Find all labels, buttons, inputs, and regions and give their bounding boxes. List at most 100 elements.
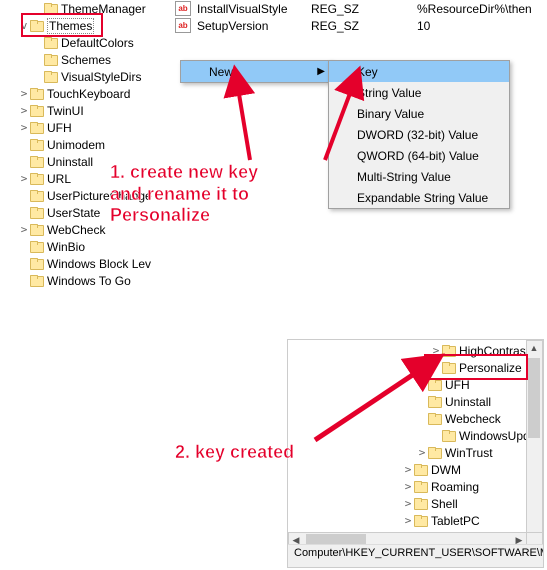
menu-item-label: Multi-String Value (357, 170, 451, 184)
status-bar-text: Computer\HKEY_CURRENT_USER\SOFTWARE\Mic (294, 547, 543, 559)
annotation-1: 1. create new key and rename it to Perso… (110, 162, 258, 227)
folder-icon (30, 258, 44, 270)
tree-item-label: VisualStyleDirs (61, 70, 141, 84)
tree-item-label: Shell (431, 497, 458, 511)
value-row[interactable]: ab SetupVersion REG_SZ 10 (175, 17, 532, 34)
folder-icon (30, 224, 44, 236)
menu-item-new[interactable]: New ▶ (181, 61, 331, 82)
tree-item[interactable]: >TouchKeyboard (0, 85, 152, 102)
expand-toggle-icon[interactable]: > (402, 481, 414, 493)
value-row[interactable]: abInstallVisualStyleREG_SZ%ResourceDir%\… (175, 0, 532, 17)
tree-item[interactable]: WinBio (0, 238, 152, 255)
expand-toggle-icon[interactable]: > (416, 447, 428, 459)
menu-item[interactable]: Expandable String Value (329, 187, 509, 208)
arrow-to-personalize (310, 365, 440, 445)
reg-string-icon: ab (175, 1, 191, 16)
folder-icon (44, 54, 58, 66)
arrow-to-key (320, 82, 370, 162)
menu-item-label: Expandable String Value (357, 191, 488, 205)
tree-item-label: WinTrust (445, 446, 493, 460)
tree-item-label: Webcheck (445, 412, 501, 426)
tree-item-label: Uninstall (47, 155, 93, 169)
tree-item-label: UFH (47, 121, 72, 135)
tree-item[interactable]: > WinTrust (388, 444, 544, 461)
folder-icon (30, 275, 44, 287)
menu-item[interactable]: Key (329, 61, 509, 82)
tree-item-label: Schemes (61, 53, 111, 67)
annotation-1-line3: Personalize (110, 205, 258, 227)
registry-values: abInstallVisualStyleREG_SZ%ResourceDir%\… (175, 0, 532, 34)
tree-item-label: UserState (47, 206, 100, 220)
folder-icon (428, 447, 442, 459)
arrow-to-new (230, 82, 270, 162)
reg-string-icon: ab (175, 18, 191, 33)
annotation-2-text: 2. key created (175, 442, 294, 462)
folder-icon (44, 37, 58, 49)
value-data: %ResourceDir%\then (417, 2, 532, 16)
expand-toggle-icon[interactable]: > (18, 173, 30, 185)
folder-icon (30, 139, 44, 151)
tree-item[interactable]: > Roaming (388, 478, 544, 495)
tree-item[interactable]: >DWM (388, 461, 544, 478)
folder-icon (30, 105, 44, 117)
folder-icon (44, 71, 58, 83)
chevron-right-icon: ▶ (317, 66, 325, 77)
tree-item-label: URL (47, 172, 71, 186)
expand-toggle-icon[interactable]: > (402, 515, 414, 527)
folder-icon (30, 122, 44, 134)
context-menu-parent: New ▶ (180, 60, 332, 83)
folder-icon (30, 156, 44, 168)
folder-icon (414, 498, 428, 510)
tree-item-label: TabletPC (431, 514, 480, 528)
tree-item[interactable]: > Shell (388, 495, 544, 512)
folder-icon (442, 430, 456, 442)
tree-item[interactable]: > TwinUI (0, 102, 152, 119)
expand-toggle-icon[interactable]: > (402, 464, 414, 476)
annotation-1-line1: 1. create new key (110, 162, 258, 184)
tree-item[interactable]: > UFH (0, 119, 152, 136)
menu-item-label: QWORD (64-bit) Value (357, 149, 479, 163)
tree-item-label: Unimodem (47, 138, 105, 152)
folder-icon (414, 481, 428, 493)
expand-toggle-icon[interactable]: > (18, 88, 30, 100)
tree-item-label: WinBio (47, 240, 85, 254)
annotation-2: 2. key created (175, 442, 294, 464)
expand-toggle-icon[interactable]: > (402, 498, 414, 510)
menu-item-label: Key (357, 65, 378, 79)
tree-item[interactable]: VisualStyleDirs (0, 68, 152, 85)
tree-item[interactable]: Schemes (0, 51, 152, 68)
folder-icon (414, 515, 428, 527)
value-name: SetupVersion (197, 19, 305, 33)
tree-item-label: DefaultColors (61, 36, 134, 50)
tree-item[interactable]: Unimodem (0, 136, 152, 153)
scroll-up-icon[interactable]: ▲ (527, 341, 541, 355)
tree-item-label: Windows To Go (47, 274, 131, 288)
value-type: REG_SZ (311, 19, 411, 33)
value-data: 10 (417, 19, 430, 33)
tree-item-label: WebCheck (47, 223, 105, 237)
folder-icon (30, 207, 44, 219)
folder-icon (30, 88, 44, 100)
tree-item-label: Roaming (431, 480, 479, 494)
menu-item-new-label: New (209, 65, 233, 79)
tree-item-label: TwinUI (47, 104, 84, 118)
tree-item-label: Windows Block Lev (47, 257, 151, 271)
highlight-box-themes (21, 13, 103, 37)
folder-icon (30, 241, 44, 253)
annotation-1-line2: and rename it to (110, 184, 258, 206)
tree-item[interactable]: Windows Block Lev (0, 255, 152, 272)
tree-item[interactable]: Windows To Go (0, 272, 152, 289)
expand-toggle-icon[interactable]: > (18, 105, 30, 117)
value-type: REG_SZ (311, 2, 411, 16)
menu-item-label: DWORD (32-bit) Value (357, 128, 478, 142)
expand-toggle-icon[interactable]: > (18, 224, 30, 236)
registry-tree-top: ThemeManagervThemesDefaultColorsSchemesV… (0, 0, 152, 289)
tree-item[interactable]: > TabletPC (388, 512, 544, 529)
scroll-thumb-v[interactable] (528, 358, 540, 438)
status-bar: Computer\HKEY_CURRENT_USER\SOFTWARE\Mic (288, 544, 543, 567)
scrollbar-vertical[interactable]: ▲ ▼ (526, 340, 543, 551)
expand-toggle-icon[interactable]: > (18, 122, 30, 134)
folder-icon (30, 190, 44, 202)
folder-icon (30, 173, 44, 185)
menu-item[interactable]: Multi-String Value (329, 166, 509, 187)
